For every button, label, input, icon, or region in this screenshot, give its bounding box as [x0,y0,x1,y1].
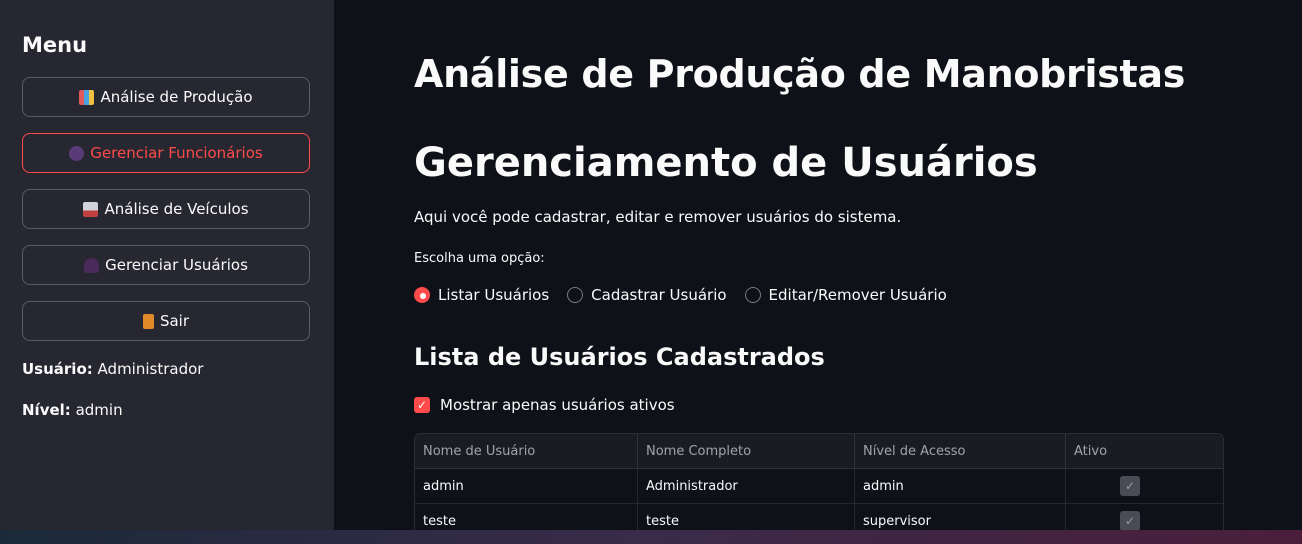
section-description: Aqui você pode cadastrar, editar e remov… [414,208,902,226]
section-title: Gerenciamento de Usuários [414,140,1038,186]
nav-button-label: Análise de Produção [100,88,253,106]
radio-label: Listar Usuários [438,286,550,304]
user-info: Usuário: Administrador [22,360,203,378]
radio-group-label: Escolha uma opção: [414,251,545,266]
table-cell[interactable]: ✓ [1066,469,1223,503]
radio-label: Editar/Remover Usuário [768,286,947,304]
checkbox-label: Mostrar apenas usuários ativos [440,396,675,414]
list-title: Lista de Usuários Cadastrados [414,343,825,371]
checked-checkbox-icon: ✓ [1120,511,1140,531]
nav-button-label: Gerenciar Funcionários [90,144,263,162]
people-icon [69,145,85,161]
nav-button-label: Gerenciar Usuários [105,256,248,274]
nav-button-label: Sair [159,312,190,330]
table-cell[interactable]: admin [415,469,638,503]
sidebar: Menu Análise de Produção Gerenciar Funci… [0,0,334,530]
sidebar-title: Menu [22,33,88,57]
table-cell[interactable]: admin [855,469,1066,503]
active-only-checkbox[interactable]: ✓ Mostrar apenas usuários ativos [414,396,675,414]
checked-checkbox-icon: ✓ [1120,476,1140,496]
nav-button-veiculos[interactable]: Análise de Veículos [22,189,310,229]
user-info-label: Usuário: [22,360,93,378]
column-header[interactable]: Nome de Usuário [415,434,638,468]
column-header[interactable]: Nome Completo [638,434,855,468]
table-cell[interactable]: Administrador [638,469,855,503]
radio-indicator [567,287,584,303]
users-table[interactable]: Nome de Usuário Nome Completo Nível de A… [414,433,1224,540]
radio-editar-remover[interactable]: Editar/Remover Usuário [744,286,947,304]
nav-button-funcionarios[interactable]: Gerenciar Funcionários [22,133,310,173]
bar-chart-icon [79,89,95,105]
column-header[interactable]: Nível de Acesso [855,434,1066,468]
level-info-value: admin [75,401,123,419]
radio-listar[interactable]: Listar Usuários [414,286,549,304]
truck-icon [83,201,99,217]
option-radio-group: Listar Usuários Cadastrar Usuário Editar… [414,286,947,304]
level-info: Nível: admin [22,401,123,419]
checkmark-icon: ✓ [414,397,430,413]
radio-label: Cadastrar Usuário [591,286,727,304]
column-header[interactable]: Ativo [1066,434,1223,468]
os-taskbar [0,530,1302,544]
level-info-label: Nível: [22,401,71,419]
nav-button-usuarios[interactable]: Gerenciar Usuários [22,245,310,285]
main-area: Análise de Produção de Manobristas Geren… [334,0,1302,540]
radio-selected-indicator [414,287,430,303]
radio-indicator [744,287,761,303]
user-icon [84,257,100,273]
door-icon [142,313,154,329]
nav-button-sair[interactable]: Sair [22,301,310,341]
radio-cadastrar[interactable]: Cadastrar Usuário [567,286,727,304]
page-title: Análise de Produção de Manobristas [414,52,1186,96]
table-header-row: Nome de Usuário Nome Completo Nível de A… [415,434,1223,469]
nav-button-label: Análise de Veículos [104,200,249,218]
user-info-value: Administrador [97,360,204,378]
table-row[interactable]: admin Administrador admin ✓ [415,469,1223,504]
nav-button-producao[interactable]: Análise de Produção [22,77,310,117]
